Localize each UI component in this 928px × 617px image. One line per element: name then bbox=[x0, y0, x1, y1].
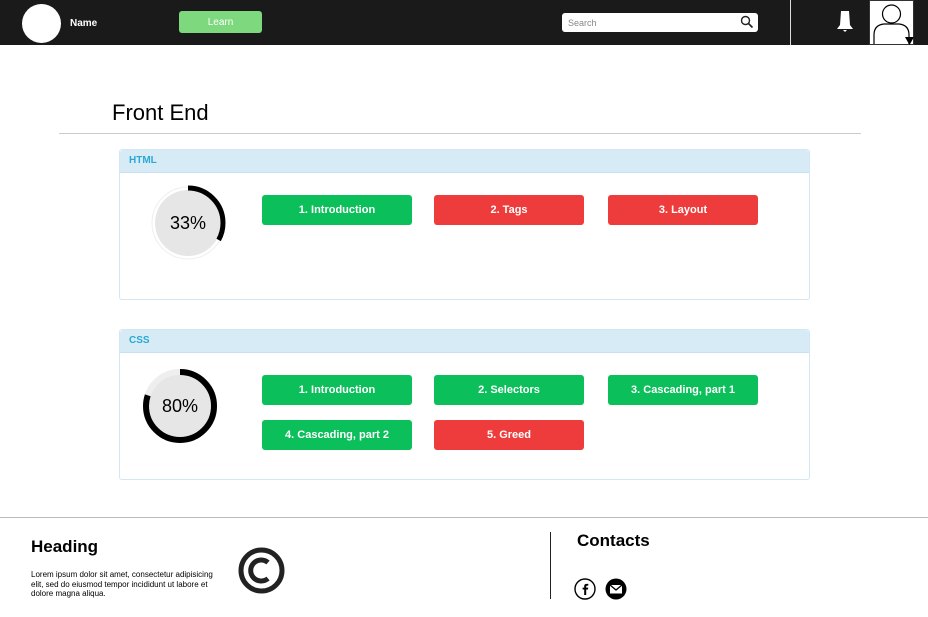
progress-ring: 80% bbox=[140, 366, 220, 446]
learn-button[interactable]: Learn bbox=[179, 11, 262, 33]
title-divider bbox=[59, 133, 861, 134]
nav-divider bbox=[790, 0, 791, 45]
user-avatar-circle[interactable] bbox=[22, 4, 61, 43]
user-name: Name bbox=[70, 18, 98, 29]
contacts-heading: Contacts bbox=[577, 531, 650, 550]
lesson-button-greed[interactable]: 5. Greed bbox=[434, 420, 584, 450]
top-nav-bar: Name Learn bbox=[0, 0, 928, 45]
footer-heading: Heading bbox=[31, 537, 99, 556]
course-title: CSS bbox=[129, 335, 150, 346]
lesson-button-cascading-part-1[interactable]: 3. Cascading, part 1 bbox=[608, 375, 758, 405]
course-card-header: HTML bbox=[120, 150, 809, 173]
search-box bbox=[562, 13, 758, 32]
footer-column-divider bbox=[550, 532, 551, 599]
progress-ring: 33% bbox=[148, 183, 228, 263]
progress-percent-label: 80% bbox=[161, 395, 199, 416]
course-card-css: CSS 80% 1. Introduction 2. Selectors 3. … bbox=[119, 329, 810, 480]
lesson-button-tags[interactable]: 2. Tags bbox=[434, 195, 584, 225]
chevron-down-icon[interactable] bbox=[905, 37, 914, 45]
page-title: Front End bbox=[112, 100, 209, 125]
lesson-button-introduction[interactable]: 1. Introduction bbox=[262, 195, 412, 225]
copyright-icon bbox=[238, 547, 285, 594]
search-icon[interactable] bbox=[740, 15, 754, 29]
bell-icon[interactable] bbox=[836, 10, 854, 32]
footer-description: Lorem ipsum dolor sit amet, consectetur … bbox=[31, 570, 213, 598]
lesson-button-cascading-part-2[interactable]: 4. Cascading, part 2 bbox=[262, 420, 412, 450]
course-title: HTML bbox=[129, 155, 157, 166]
search-input[interactable] bbox=[568, 15, 738, 30]
progress-percent-label: 33% bbox=[169, 212, 207, 233]
course-card-header: CSS bbox=[120, 330, 809, 353]
lesson-button-selectors[interactable]: 2. Selectors bbox=[434, 375, 584, 405]
lesson-button-introduction[interactable]: 1. Introduction bbox=[262, 375, 412, 405]
footer-divider bbox=[0, 517, 928, 518]
lesson-button-layout[interactable]: 3. Layout bbox=[608, 195, 758, 225]
course-card-html: HTML 33% 1. Introduction 2. Tags 3. Layo… bbox=[119, 149, 810, 300]
email-icon[interactable] bbox=[605, 578, 627, 600]
facebook-icon[interactable] bbox=[574, 578, 596, 600]
